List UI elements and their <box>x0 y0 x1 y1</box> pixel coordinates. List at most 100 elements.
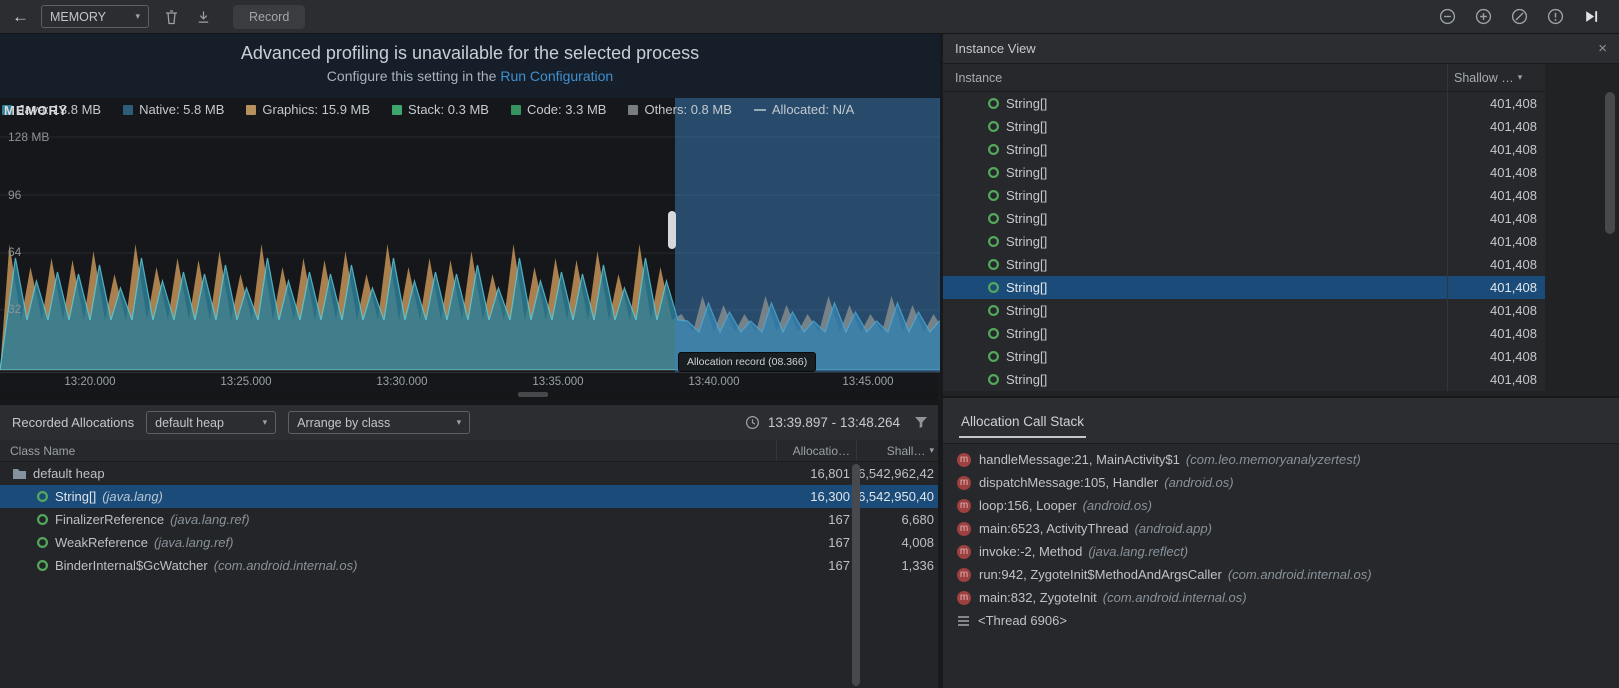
sort-desc-icon: ▾ <box>1517 72 1523 82</box>
legend-item-allocated: Allocated: N/A <box>753 102 854 117</box>
instance-row[interactable]: String[] 401,408 <box>943 92 1545 115</box>
instance-row[interactable]: String[] 401,408 <box>943 345 1545 368</box>
class-icon <box>987 189 1000 202</box>
instance-row[interactable]: String[] 401,408 <box>943 368 1545 391</box>
zoom-in-button[interactable] <box>1473 7 1493 27</box>
allocations-column-header[interactable]: Allocatio… <box>776 440 856 461</box>
timeline-selection[interactable] <box>675 96 940 372</box>
call-stack-header: Allocation Call Stack <box>943 398 1619 444</box>
instance-panel: Instance View × Instance Shallow … ▾ Stri… <box>943 34 1619 688</box>
method-icon: m <box>957 590 971 605</box>
arrange-selector-dropdown[interactable]: Arrange by class ▾ <box>288 411 471 434</box>
instance-row[interactable]: String[] 401,408 <box>943 115 1545 138</box>
y-tick: 32 <box>8 302 22 316</box>
class-icon <box>987 281 1000 294</box>
instance-table-header: Instance Shallow … ▾ <box>943 64 1545 92</box>
class-icon <box>987 120 1000 133</box>
garbage-collect-button[interactable] <box>161 7 181 27</box>
class-name-column-header[interactable]: Class Name <box>0 444 776 458</box>
allocated-dashed-icon <box>753 108 766 111</box>
selection-left-handle[interactable] <box>668 211 676 249</box>
instance-row[interactable]: String[] 401,408 <box>943 161 1545 184</box>
allocation-row[interactable]: String[] (java.lang) 16,300 6,542,950,40 <box>0 485 940 508</box>
allocations-scrollbar[interactable] <box>852 464 860 686</box>
allocation-row[interactable]: BinderInternal$GcWatcher (com.android.in… <box>0 554 940 577</box>
legend-item-graphics: Graphics: 15.9 MB <box>246 102 370 117</box>
heap-selector-dropdown[interactable]: default heap ▾ <box>146 411 277 434</box>
reset-zoom-button[interactable] <box>1509 7 1529 27</box>
run-configuration-link[interactable]: Run Configuration <box>500 68 613 84</box>
shallow-column-header[interactable]: Shallow … ▾ <box>1447 64 1545 91</box>
allocation-row[interactable]: FinalizerReference (java.lang.ref) 167 6… <box>0 508 940 531</box>
instance-row[interactable]: String[] 401,408 <box>943 253 1545 276</box>
allocation-call-stack-panel: Allocation Call Stack m handleMessage:21,… <box>943 396 1619 688</box>
method-icon: m <box>957 452 971 467</box>
instance-row[interactable]: String[] 401,408 <box>943 230 1545 253</box>
record-button[interactable]: Record <box>233 4 306 29</box>
stack-frame-row[interactable]: m main:832, ZygoteInit (com.android.intern… <box>943 586 1619 609</box>
allocation-record-tooltip: Allocation record (08.366) <box>678 352 817 372</box>
allocation-row[interactable]: default heap 16,801 6,542,962,42 <box>0 462 940 485</box>
class-icon <box>987 350 1000 363</box>
instance-row[interactable]: String[] 401,408 <box>943 322 1545 345</box>
memory-axis-label: MEMORY <box>4 103 69 118</box>
legend-item-others: Others: 0.8 MB <box>628 102 732 117</box>
allocation-row[interactable]: WeakReference (java.lang.ref) 167 4,008 <box>0 531 940 554</box>
chevron-down-icon: ▾ <box>456 417 462 427</box>
x-tick: 13:20.000 <box>64 376 116 388</box>
stack-frame-row[interactable]: m handleMessage:21, MainActivity$1 (com.le… <box>943 448 1619 471</box>
timeline-scrollbar-thumb[interactable] <box>518 392 548 397</box>
zoom-out-button[interactable] <box>1437 7 1457 27</box>
instance-row[interactable]: String[] 401,408 <box>943 299 1545 322</box>
class-icon <box>987 258 1000 271</box>
instance-scrollbar-thumb[interactable] <box>1605 92 1615 234</box>
class-icon <box>987 327 1000 340</box>
instance-row[interactable]: String[] 401,408 <box>943 276 1545 299</box>
chevron-down-icon: ▾ <box>135 11 140 21</box>
x-tick: 13:25.000 <box>220 376 272 388</box>
stack-frame-row[interactable]: <Thread 6906> <box>943 609 1619 632</box>
stack-frame-row[interactable]: m loop:156, Looper (android.os) <box>943 494 1619 517</box>
attention-button[interactable] <box>1545 7 1565 27</box>
class-icon <box>36 490 49 503</box>
class-icon <box>987 304 1000 317</box>
close-icon[interactable]: × <box>1598 40 1607 57</box>
code-swatch-icon <box>510 104 521 115</box>
instance-view-header: Instance View × <box>943 34 1619 64</box>
x-tick: 13:45.000 <box>842 376 894 388</box>
export-capture-button[interactable] <box>193 7 213 27</box>
instance-scrollbar <box>1605 92 1615 392</box>
class-icon <box>36 559 49 572</box>
plus-circle-icon <box>1475 8 1491 25</box>
slash-circle-icon <box>1511 8 1527 25</box>
filter-icon[interactable] <box>914 416 928 429</box>
skip-end-icon <box>1585 11 1597 22</box>
graphics-swatch-icon <box>246 104 257 115</box>
legend-item-code: Code: 3.3 MB <box>510 102 606 117</box>
instance-row[interactable]: String[] 401,408 <box>943 207 1545 230</box>
native-swatch-icon <box>123 104 134 115</box>
stack-frame-row[interactable]: m invoke:-2, Method (java.lang.reflect) <box>943 540 1619 563</box>
stack-frame-row[interactable]: m dispatchMessage:105, Handler (android.os… <box>943 471 1619 494</box>
class-icon <box>987 235 1000 248</box>
selection-time-range: 13:39.897 - 13:48.264 <box>767 415 900 430</box>
banner-title: Advanced profiling is unavailable for th… <box>240 43 700 63</box>
process-selector-dropdown[interactable]: MEMORY ▾ <box>41 5 149 28</box>
tab-allocation-call-stack[interactable]: Allocation Call Stack <box>959 404 1087 438</box>
x-tick: 13:35.000 <box>532 376 584 388</box>
method-icon: m <box>957 567 971 582</box>
stack-frame-row[interactable]: m run:942, ZygoteInit$MethodAndArgsCaller… <box>943 563 1619 586</box>
process-selector-value: MEMORY <box>50 9 107 24</box>
back-button[interactable]: ← <box>12 7 29 27</box>
shallow-size-column-header[interactable]: Shall… ▾ <box>856 440 940 461</box>
skip-to-end-button[interactable] <box>1581 7 1601 27</box>
thread-icon <box>958 615 969 626</box>
instance-row[interactable]: String[] 401,408 <box>943 138 1545 161</box>
chevron-down-icon: ▾ <box>262 417 268 427</box>
instance-column-header[interactable]: Instance <box>943 71 1447 85</box>
allocations-table: default heap 16,801 6,542,962,42 String[… <box>0 462 940 688</box>
legend-item-stack: Stack: 0.3 MB <box>392 102 489 117</box>
allocations-table-header: Class Name Allocatio… Shall… ▾ <box>0 440 940 462</box>
instance-row[interactable]: String[] 401,408 <box>943 184 1545 207</box>
stack-frame-row[interactable]: m main:6523, ActivityThread (android.app) <box>943 517 1619 540</box>
